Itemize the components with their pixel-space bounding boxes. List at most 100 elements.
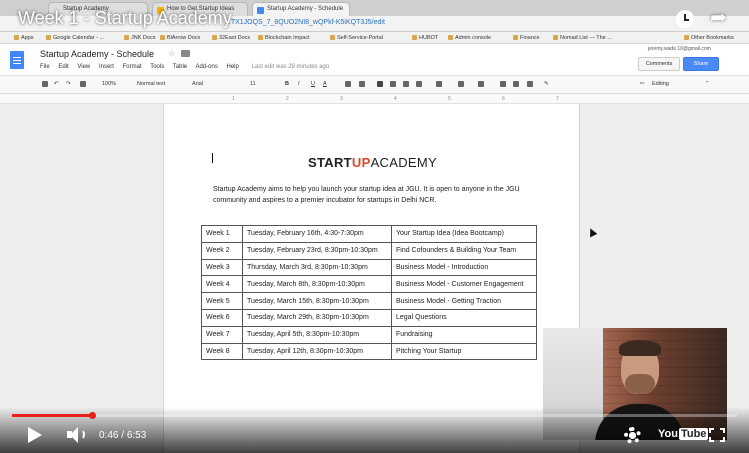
date-cell[interactable]: Tuesday, March 15th, 8:30pm-10:30pm xyxy=(242,292,392,310)
bold-button[interactable]: B xyxy=(285,81,289,87)
date-cell[interactable]: Thursday, March 3rd, 8:30pm-10:30pm xyxy=(242,258,392,277)
bookmark-item[interactable]: Google Calendar - ... xyxy=(46,35,104,41)
progress-bar[interactable] xyxy=(12,412,737,419)
week-cell[interactable]: Week 5 xyxy=(201,292,243,310)
table-row[interactable]: Week 6 Tuesday, March 29th, 8:30pm-10:30p… xyxy=(201,308,537,327)
play-icon[interactable] xyxy=(28,427,42,443)
date-cell[interactable]: Tuesday, March 29th, 8:30pm-10:30pm xyxy=(242,308,392,327)
table-row[interactable]: Week 3 Thursday, March 3rd, 8:30pm-10:30p… xyxy=(201,258,537,277)
intro-paragraph[interactable]: Startup Academy aims to help you launch … xyxy=(213,184,533,206)
font-size-select[interactable]: 11 xyxy=(250,81,256,87)
increase-indent-icon[interactable] xyxy=(513,81,519,87)
folder-icon[interactable] xyxy=(181,50,190,57)
topic-cell[interactable]: Business Model - Introduction xyxy=(391,258,537,277)
week-cell[interactable]: Week 1 xyxy=(201,225,243,243)
zoom-select[interactable]: 100% xyxy=(102,81,116,87)
numbered-list-icon[interactable] xyxy=(458,81,464,87)
topic-cell[interactable]: Legal Questions xyxy=(391,308,537,327)
topic-cell[interactable]: Fundraising xyxy=(391,325,537,344)
bookmark-item[interactable]: Apps xyxy=(14,35,34,41)
editing-mode-select[interactable]: Editing xyxy=(652,81,669,87)
bookmark-item[interactable]: JNK Docs xyxy=(124,35,155,41)
align-left-icon[interactable] xyxy=(377,81,383,87)
bookmark-item[interactable]: Nomad List — The ... xyxy=(553,35,612,41)
topic-cell[interactable]: Find Cofounders & Building Your Team xyxy=(391,241,537,260)
menu-add-ons[interactable]: Add-ons xyxy=(195,64,217,70)
volume-icon[interactable] xyxy=(67,426,89,444)
menu-help[interactable]: Help xyxy=(227,64,239,70)
menu-insert[interactable]: Insert xyxy=(99,64,114,70)
menu-table[interactable]: Table xyxy=(173,64,187,70)
menu-format[interactable]: Format xyxy=(123,64,142,70)
fullscreen-icon[interactable] xyxy=(709,428,725,442)
settings-gear-icon[interactable] xyxy=(624,427,641,444)
underline-button[interactable]: U xyxy=(311,81,315,87)
bookmark-item[interactable]: BlArrow Docs xyxy=(160,35,200,41)
last-edit-status[interactable]: Last edit was 29 minutes ago xyxy=(252,64,330,70)
table-row[interactable]: Week 2 Tuesday, February 23rd, 8:30pm-10:… xyxy=(201,241,537,260)
style-select[interactable]: Normal text xyxy=(137,81,165,87)
week-cell[interactable]: Week 7 xyxy=(201,325,243,344)
line-spacing-icon[interactable] xyxy=(436,81,442,87)
ruler[interactable]: 1 2 3 4 5 6 7 xyxy=(0,94,749,104)
topic-cell[interactable]: Your Startup Idea (Idea Bootcamp) xyxy=(391,225,537,243)
table-row[interactable]: Week 7 Tuesday, April 5th, 8:30pm-10:30pm… xyxy=(201,325,537,344)
date-cell[interactable]: Tuesday, April 5th, 8:30pm-10:30pm xyxy=(242,325,392,344)
share-button[interactable]: Share xyxy=(683,57,719,71)
address-url[interactable]: ...TX1JOQS_7_8QUO2NI8_wQPkf-K5iKQT3J5/ed… xyxy=(225,19,385,26)
collapse-icon[interactable]: ⌃ xyxy=(705,81,710,87)
comment-icon[interactable] xyxy=(359,81,365,87)
bulleted-list-icon[interactable] xyxy=(478,81,484,87)
decrease-indent-icon[interactable] xyxy=(500,81,506,87)
week-cell[interactable]: Week 4 xyxy=(201,275,243,294)
week-cell[interactable]: Week 6 xyxy=(201,308,243,327)
topic-cell[interactable]: Business Model - Customer Engagement xyxy=(391,275,537,294)
menu-edit[interactable]: Edit xyxy=(58,64,68,70)
bookmark-item[interactable]: HUBOT xyxy=(412,35,438,41)
table-row[interactable]: Week 4 Tuesday, March 8th, 8:30pm-10:30pm… xyxy=(201,275,537,294)
video-player[interactable]: Startup Academy How to Get Startup Ideas… xyxy=(0,0,749,453)
bookmark-item[interactable]: Other Bookmarks xyxy=(684,35,734,41)
redo-icon[interactable]: ↷ xyxy=(66,81,71,87)
menu-view[interactable]: View xyxy=(77,64,90,70)
schedule-table[interactable]: Week 1 Tuesday, February 16th, 4:30-7:30p… xyxy=(201,225,537,361)
document-title[interactable]: Startup Academy - Schedule xyxy=(40,49,154,59)
table-row[interactable]: Week 1 Tuesday, February 16th, 4:30-7:30p… xyxy=(201,225,537,243)
bookmark-item[interactable]: Admin console xyxy=(448,35,491,41)
print-icon[interactable] xyxy=(42,81,48,87)
star-icon[interactable]: ☆ xyxy=(168,49,175,58)
comments-button[interactable]: Comments xyxy=(638,57,680,71)
user-email[interactable]: jeremy.wade.10@gmail.com xyxy=(648,46,711,52)
youtube-logo[interactable]: You Tube xyxy=(658,428,709,440)
date-cell[interactable]: Tuesday, March 8th, 8:30pm-10:30pm xyxy=(242,275,392,294)
table-row[interactable]: Week 8 Tuesday, April 12th, 8:30pm-10:30p… xyxy=(201,342,537,361)
bookmark-item[interactable]: Blockchain Impact xyxy=(258,35,310,41)
link-icon[interactable] xyxy=(345,81,351,87)
bookmark-item[interactable]: Finance xyxy=(513,35,540,41)
topic-cell[interactable]: Pitching Your Startup xyxy=(391,342,537,361)
align-right-icon[interactable] xyxy=(403,81,409,87)
date-cell[interactable]: Tuesday, February 23rd, 8:30pm-10:30pm xyxy=(242,241,392,260)
document-page[interactable]: STARTUPACADEMY Startup Academy aims to h… xyxy=(163,104,580,453)
clear-formatting-icon[interactable] xyxy=(527,81,533,87)
video-title[interactable]: Week 1 - Startup Academy xyxy=(18,8,232,29)
topic-cell[interactable]: Business Model - Getting Traction xyxy=(391,292,537,310)
bookmark-item[interactable]: Self-Service-Portal xyxy=(330,35,383,41)
menu-file[interactable]: File xyxy=(40,64,50,70)
table-row[interactable]: Week 5 Tuesday, March 15th, 8:30pm-10:30p… xyxy=(201,292,537,310)
text-color-button[interactable]: A xyxy=(323,81,327,87)
bookmark-item[interactable]: 32East Docs xyxy=(212,35,250,41)
browser-tab-active[interactable]: Startup Academy - Schedule xyxy=(252,2,350,16)
date-cell[interactable]: Tuesday, February 16th, 4:30-7:30pm xyxy=(242,225,392,243)
align-center-icon[interactable] xyxy=(390,81,396,87)
watch-later-icon[interactable] xyxy=(676,10,694,28)
paint-format-icon[interactable] xyxy=(80,81,86,87)
undo-icon[interactable]: ↶ xyxy=(54,81,59,87)
week-cell[interactable]: Week 8 xyxy=(201,342,243,361)
font-select[interactable]: Arial xyxy=(192,81,203,87)
date-cell[interactable]: Tuesday, April 12th, 8:30pm-10:30pm xyxy=(242,342,392,361)
menu-tools[interactable]: Tools xyxy=(150,64,164,70)
italic-button[interactable]: I xyxy=(298,81,300,87)
google-docs-icon[interactable] xyxy=(10,51,24,69)
share-arrow-icon[interactable]: ➦ xyxy=(710,8,727,28)
